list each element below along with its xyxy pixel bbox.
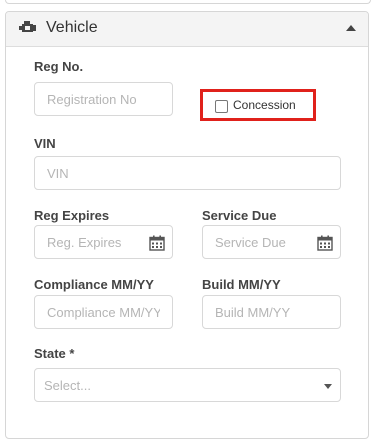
panel-title: Vehicle [46,19,98,36]
vehicle-panel-header[interactable]: Vehicle [6,12,368,47]
engine-icon [19,21,36,32]
concession-checkbox[interactable] [215,100,228,113]
build-label: Build MM/YY [202,277,281,292]
vin-label: VIN [34,136,56,151]
previous-panel-edge [5,0,371,4]
vin-field [34,156,341,190]
compliance-field [34,295,173,329]
reg-no-input[interactable] [35,83,172,115]
build-input[interactable] [203,296,340,328]
state-select-placeholder: Select... [44,378,91,393]
build-field [202,295,341,329]
concession-highlight[interactable]: Concession [200,89,316,121]
chevron-down-icon[interactable] [324,384,332,389]
state-select[interactable]: Select... [34,368,341,402]
state-label: State * [34,346,75,361]
service-due-label: Service Due [202,208,277,223]
reg-expires-label: Reg Expires [34,208,110,223]
concession-label: Concession [233,98,296,112]
service-due-field [202,225,341,259]
compliance-label: Compliance MM/YY [34,277,154,292]
calendar-icon[interactable] [317,235,333,251]
reg-expires-field [34,225,173,259]
calendar-icon[interactable] [149,235,165,251]
reg-no-label: Reg No. [34,59,84,74]
caret-up-icon[interactable] [346,25,356,31]
reg-no-field [34,82,173,116]
vin-input[interactable] [35,157,340,189]
compliance-input[interactable] [35,296,172,328]
vehicle-panel: Vehicle Reg No. Concession VIN Reg Expir… [5,11,369,439]
